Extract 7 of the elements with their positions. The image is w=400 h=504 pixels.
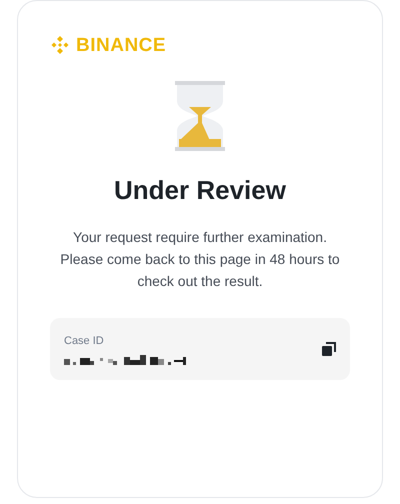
copy-icon[interactable] — [322, 342, 336, 356]
brand-logo: BINANCE — [76, 36, 166, 54]
page-title: Under Review — [113, 174, 287, 207]
review-message: Your request require further examination. Please come back to this page in 48 hours to check out the result. — [59, 228, 341, 291]
hourglass-icon — [175, 81, 225, 151]
case-id-label: Case ID — [64, 334, 105, 349]
logo-icon — [50, 35, 70, 55]
